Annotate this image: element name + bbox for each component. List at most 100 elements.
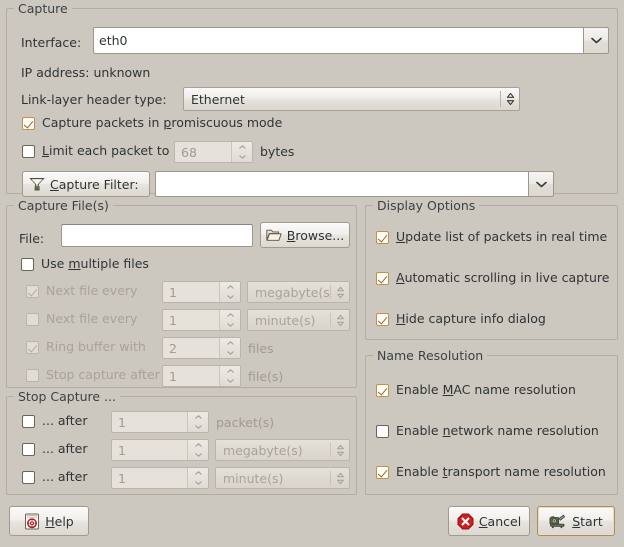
chevron-down-icon[interactable] [583,27,609,54]
spinner-buttons[interactable] [219,310,240,330]
stop-after-megabytes-spinner[interactable]: 1 [111,439,209,461]
stop-after-packets-checkbox[interactable]: ... after [22,415,87,428]
update-list-realtime-checkbox[interactable]: Update list of packets in real time [376,231,607,244]
stop-after-megabytes-label: ... after [42,441,88,457]
checkbox-indicator[interactable] [26,341,39,354]
stop-capture-after-files-checkbox[interactable]: Stop capture after [26,369,160,382]
ring-buffer-with-spinner[interactable]: 2 [162,337,241,359]
capture-filter-button[interactable]: Capture Filter: [22,171,150,197]
spinner-up-icon[interactable] [232,142,252,152]
stop-after-megabytes-checkbox[interactable]: ... after [22,443,87,456]
checkbox-indicator[interactable] [26,285,39,298]
hide-capture-info-dialog-checkbox[interactable]: Hide capture info dialog [376,313,546,326]
cancel-button[interactable]: Cancel [448,506,530,536]
checkbox-indicator[interactable] [376,384,389,397]
spinner-down-icon[interactable] [188,450,208,460]
spinner-value[interactable]: 1 [163,282,219,302]
checkbox-indicator[interactable] [22,471,35,484]
next-file-every-time-checkbox[interactable]: Next file every [26,313,137,326]
next-file-every-time-spinner[interactable]: 1 [162,309,241,331]
capture-filter-input[interactable] [155,171,528,197]
spinner-value[interactable]: 2 [163,338,219,358]
spinner-buttons[interactable] [187,440,208,460]
spinner-up-icon[interactable] [220,338,240,348]
spinner-down-icon[interactable] [220,376,240,386]
up-down-arrows-icon[interactable] [331,286,349,299]
checkbox-indicator[interactable] [376,313,389,326]
spinner-up-icon[interactable] [220,282,240,292]
browse-button[interactable]: Browse... [260,222,350,248]
spinner-value[interactable]: 1 [163,366,219,386]
spinner-buttons[interactable] [219,338,240,358]
spinner-up-icon[interactable] [188,412,208,422]
checkbox-indicator[interactable] [22,145,35,158]
promiscuous-mode-checkbox[interactable]: Capture packets in promiscuous mode [22,117,282,130]
up-down-arrows-icon[interactable] [331,444,349,457]
up-down-arrows-icon[interactable] [501,92,519,106]
stop-after-packets-spinner[interactable]: 1 [111,411,209,433]
stop-after-minutes-spinner[interactable]: 1 [111,467,209,489]
spinner-buttons[interactable] [187,412,208,432]
next-file-every-size-unit-combo[interactable]: megabyte(s) [247,281,350,303]
spinner-value[interactable]: 1 [163,310,219,330]
promiscuous-mode-label: Capture packets in promiscuous mode [42,115,283,131]
spinner-value[interactable]: 1 [112,412,187,432]
enable-network-name-resolution-checkbox[interactable]: Enable network name resolution [376,425,599,438]
file-input[interactable] [61,224,253,247]
stop-capture-group: Stop Capture ... ... after 1 packet(s) .… [6,389,357,495]
stop-after-minutes-checkbox[interactable]: ... after [22,471,87,484]
ring-buffer-with-label: Ring buffer with [46,339,146,355]
spinner-down-icon[interactable] [220,348,240,358]
next-file-every-size-checkbox[interactable]: Next file every [26,285,137,298]
spinner-buttons[interactable] [219,366,240,386]
link-layer-header-type-combo[interactable]: Ethernet [183,87,520,111]
spinner-down-icon[interactable] [188,478,208,488]
spinner-value[interactable]: 1 [112,468,187,488]
checkbox-indicator[interactable] [376,231,389,244]
next-file-every-time-unit-combo[interactable]: minute(s) [247,309,350,331]
checkbox-indicator[interactable] [26,369,39,382]
spinner-buttons[interactable] [219,282,240,302]
checkbox-indicator[interactable] [376,466,389,479]
spinner-up-icon[interactable] [220,310,240,320]
start-button[interactable]: Start [537,506,615,536]
spinner-up-icon[interactable] [188,468,208,478]
spinner-up-icon[interactable] [188,440,208,450]
chevron-down-icon[interactable] [528,171,554,197]
spinner-down-icon[interactable] [220,320,240,330]
checkbox-indicator[interactable] [26,313,39,326]
checkbox-indicator[interactable] [376,272,389,285]
ring-buffer-with-checkbox[interactable]: Ring buffer with [26,341,146,354]
checkbox-indicator[interactable] [22,443,35,456]
spinner-down-icon[interactable] [188,422,208,432]
unit-value: minute(s) [223,470,284,486]
up-down-arrows-icon[interactable] [331,472,349,485]
checkbox-indicator[interactable] [22,117,35,130]
up-down-arrows-icon[interactable] [331,314,349,327]
next-file-every-size-spinner[interactable]: 1 [162,281,241,303]
spinner-value[interactable]: 1 [112,440,187,460]
enable-transport-name-resolution-checkbox[interactable]: Enable transport name resolution [376,466,606,479]
limit-each-packet-checkbox[interactable]: Limit each packet to [22,145,169,158]
automatic-scrolling-checkbox[interactable]: Automatic scrolling in live capture [376,272,609,285]
checkbox-indicator[interactable] [21,258,34,271]
stop-after-megabytes-unit-combo[interactable]: megabyte(s) [215,439,350,461]
enable-mac-name-resolution-checkbox[interactable]: Enable MAC name resolution [376,384,576,397]
spinner-buttons[interactable] [187,468,208,488]
checkbox-indicator[interactable] [22,415,35,428]
spinner-buttons[interactable] [231,142,252,162]
spinner-up-icon[interactable] [220,366,240,376]
use-multiple-files-checkbox[interactable]: Use multiple files [21,258,149,271]
limit-each-packet-spinner[interactable]: 68 [174,141,253,163]
stop-capture-after-files-label: Stop capture after [46,367,160,383]
help-button[interactable]: Help [9,506,89,536]
interface-combo[interactable]: eth0 [93,27,609,54]
spinner-down-icon[interactable] [232,152,252,162]
checkbox-indicator[interactable] [376,425,389,438]
spinner-value[interactable]: 68 [175,142,231,162]
capture-filter-combo[interactable] [155,171,554,197]
interface-value[interactable]: eth0 [93,27,583,54]
stop-capture-after-files-spinner[interactable]: 1 [162,365,241,387]
stop-after-minutes-unit-combo[interactable]: minute(s) [215,467,350,489]
spinner-down-icon[interactable] [220,292,240,302]
